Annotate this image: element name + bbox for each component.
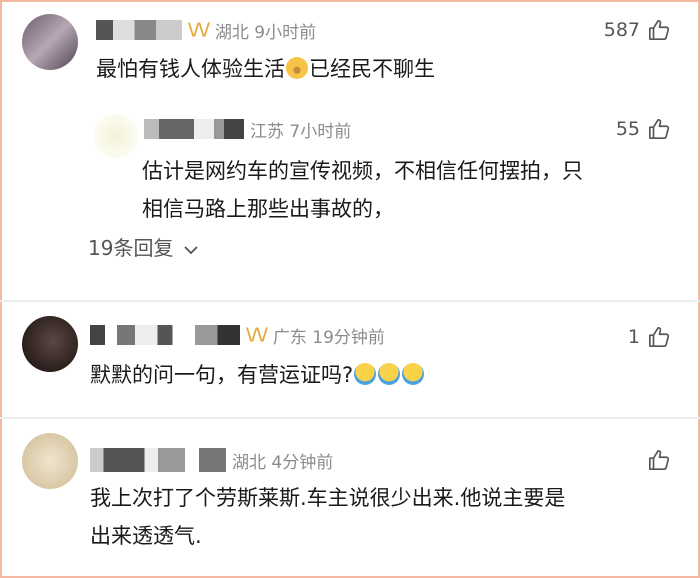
thumbs-up-icon (649, 450, 670, 470)
like-button[interactable]: 55 (616, 118, 670, 140)
reply-meta: 江苏 7小时前 (144, 116, 351, 142)
laughing-crying-emoji-icon (402, 363, 425, 385)
blurred-username[interactable] (90, 325, 240, 345)
like-button[interactable]: 587 (604, 19, 670, 41)
laughing-crying-emoji-icon (354, 363, 377, 385)
view-replies-link[interactable]: 19条回复 (88, 232, 198, 261)
comment-meta: \/\/ 湖北 9小时前 (96, 17, 316, 43)
blurred-username[interactable] (96, 20, 182, 40)
divider (0, 417, 700, 419)
thumbs-up-icon (649, 327, 670, 347)
location-time: 广东 19分钟前 (272, 327, 385, 348)
like-count: 55 (615, 118, 640, 140)
blurred-username[interactable] (144, 119, 244, 139)
comment-meta: 湖北 4分钟前 (90, 447, 333, 473)
avatar[interactable] (22, 433, 78, 489)
avatar[interactable] (22, 14, 78, 70)
comment-meta: \/\/ 广东 19分钟前 (90, 322, 385, 348)
like-count: 1 (627, 326, 640, 348)
avatar[interactable] (22, 316, 78, 372)
location-time: 湖北 9小时前 (214, 22, 317, 43)
like-button[interactable] (640, 449, 670, 471)
location-time: 湖北 4分钟前 (232, 452, 334, 473)
comment-text: 最怕有钱人体验生活 已经民不聊生 (96, 57, 435, 81)
chevron-down-icon (184, 246, 198, 255)
thumbs-up-icon (649, 20, 670, 40)
divider (0, 300, 700, 302)
blurred-username[interactable] (90, 448, 226, 472)
avatar[interactable] (94, 114, 138, 158)
thumbs-up-icon (649, 119, 670, 139)
vip-badge-icon: \/\/ (246, 325, 268, 345)
money-face-emoji-icon (286, 57, 308, 79)
like-button[interactable]: 1 (628, 326, 670, 348)
reply-preview[interactable]: 江苏 7小时前 55 估计是网约车的宣传视频，不相信任何摆拍，只 相信马路上那些… (82, 106, 700, 228)
location-time: 江苏 7小时前 (250, 121, 352, 142)
vip-badge-icon: \/\/ (188, 20, 210, 40)
laughing-crying-emoji-icon (378, 363, 401, 385)
reply-text: 估计是网约车的宣传视频，不相信任何摆拍，只 相信马路上那些出事故的， (142, 159, 583, 221)
comment-text: 默默的问一句，有营运证吗? (90, 356, 425, 394)
like-count: 587 (603, 19, 640, 41)
comment-text: 我上次打了个劳斯莱斯.车主说很少出来.他说主要是 出来透透气. (90, 486, 566, 548)
